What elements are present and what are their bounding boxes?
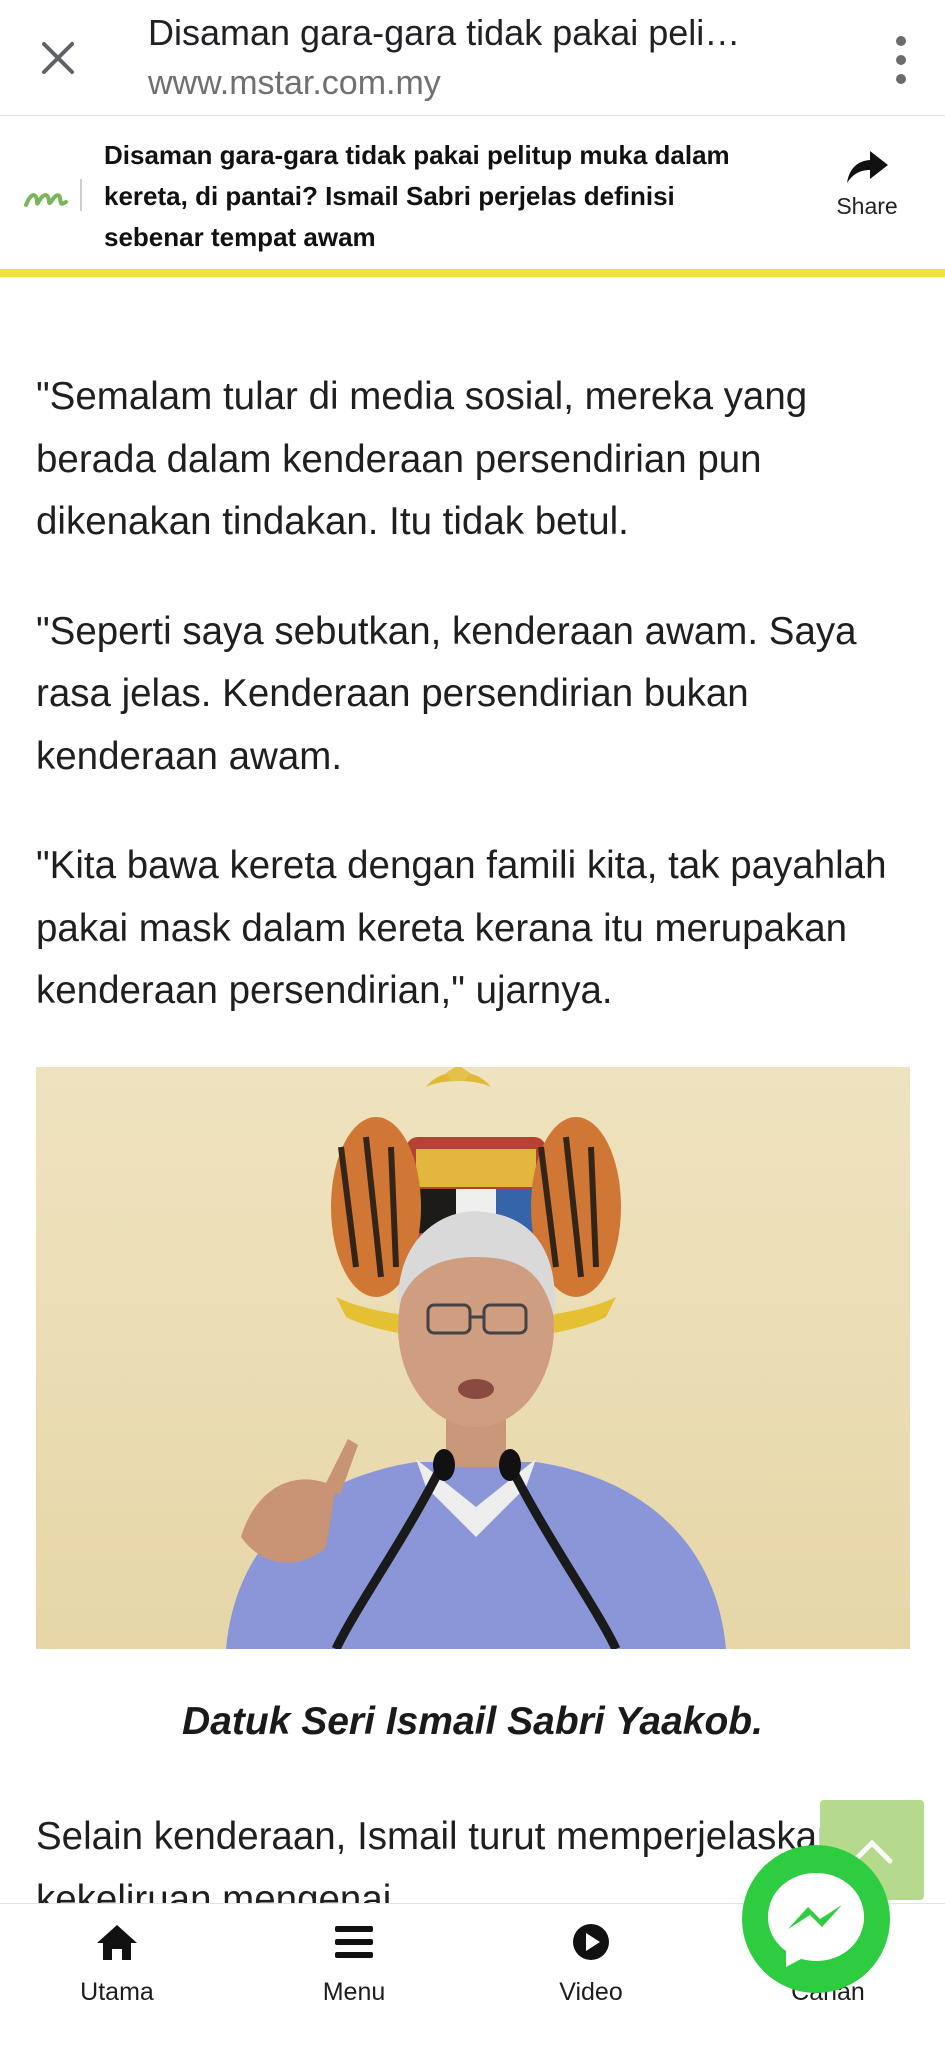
logo-divider (80, 179, 82, 211)
nav-label: Menu (322, 1978, 386, 2006)
mstar-logo-icon[interactable] (22, 175, 82, 215)
photo-image (36, 1067, 910, 1649)
messenger-icon (768, 1873, 864, 1967)
nav-item-menu[interactable]: Menu (274, 1922, 434, 2007)
photo-caption: Datuk Seri Ismail Sabri Yaakob. (182, 1700, 763, 1743)
nav-label: Video (559, 1978, 623, 2006)
page-url[interactable]: www.mstar.com.my (148, 64, 441, 103)
article-paragraph: "Seperti saya sebutkan, kenderaan awam. … (36, 609, 857, 778)
close-tab-button[interactable] (28, 28, 88, 88)
more-dot-icon (896, 74, 906, 84)
play-icon (573, 1924, 609, 1960)
more-dot-icon (896, 55, 906, 65)
page-title: Disaman gara-gara tidak pakai peli… (148, 12, 741, 53)
site-header: Disaman gara-gara tidak pakai pelitup mu… (0, 117, 945, 277)
article-paragraph: "Kita bawa kereta dengan famili kita, ta… (36, 844, 887, 1012)
article-body: "Semalam tular di media sosial, mereka y… (36, 366, 916, 1070)
article-photo[interactable] (36, 1067, 910, 1649)
article-headline: Disaman gara-gara tidak pakai pelitup mu… (104, 140, 730, 252)
close-icon (42, 42, 74, 74)
share-arrow-icon (847, 151, 888, 183)
hamburger-icon (335, 1926, 373, 1958)
article-paragraph: "Semalam tular di media sosial, mereka y… (36, 375, 808, 543)
nav-item-video[interactable]: Video (511, 1922, 671, 2007)
more-dot-icon (896, 36, 906, 46)
browser-toolbar: Disaman gara-gara tidak pakai peli… www.… (0, 0, 945, 116)
messenger-chat-button[interactable] (742, 1845, 890, 1993)
share-button[interactable]: Share (827, 147, 907, 220)
nav-label: Utama (80, 1978, 154, 2006)
home-icon (97, 1925, 137, 1960)
more-options-button[interactable] (881, 30, 921, 90)
share-label: Share (836, 193, 898, 219)
nav-item-utama[interactable]: Utama (37, 1922, 197, 2007)
